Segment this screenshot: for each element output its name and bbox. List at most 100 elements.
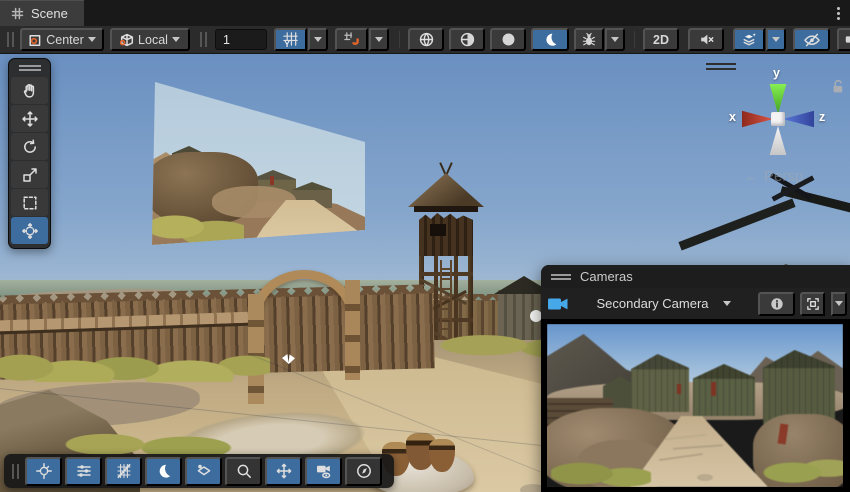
camera-more-dropdown[interactable] [831,292,847,316]
camera-icon [844,31,850,48]
overlay-drag-handle[interactable] [12,464,19,479]
roof-slope [678,198,795,250]
camera-select-dropdown[interactable]: Secondary Camera [574,296,753,311]
tower-cabin [419,212,473,256]
preview-grass [763,444,843,487]
rect-tool[interactable] [11,189,48,216]
rotation-mode-dropdown[interactable]: Local [110,28,190,51]
camera-info-button[interactable] [758,292,795,316]
pivot-mode-dropdown[interactable]: Center [20,28,104,51]
cameras-panel: Cameras Secondary Camera [541,265,850,492]
projection-mode-label[interactable]: ← Persp [744,168,803,185]
roof-shadow [414,206,478,212]
svg-text:Y: Y [284,40,290,48]
focus-frame-icon [805,296,821,312]
grid-snap-dropdown[interactable] [369,28,389,51]
speaker-muted-icon [698,31,715,48]
half-sphere-icon [459,31,476,48]
tower-roof [408,173,484,207]
transform-tool[interactable] [11,217,48,244]
grass-patch [60,424,240,458]
tools-overlay [8,58,51,249]
search-icon [235,462,253,480]
prism-visibility-icon [195,462,213,480]
grid-axis-dropdown[interactable] [308,28,328,51]
crescent-moon-icon [542,31,559,48]
fog-toggle[interactable] [449,28,485,51]
gizmo-y-label[interactable]: y [773,66,780,80]
unlocked-padlock-icon[interactable] [831,78,846,94]
debug-dropdown[interactable] [605,28,625,51]
move-tool[interactable] [11,105,48,132]
kebab-dots [837,12,840,15]
cameras-panel-header[interactable]: Cameras [541,265,850,288]
chevron-down-icon [835,301,843,306]
kebab-menu-icon[interactable] [831,5,845,21]
scene-visibility-overlay-button[interactable] [185,457,222,486]
audio-mute-button[interactable] [688,28,724,51]
scene-lighting-toggle[interactable] [531,28,569,51]
camera-view-icon [315,462,333,480]
overlay-drag-handle[interactable] [551,274,571,280]
toolbar-drag-handle[interactable] [7,32,14,47]
tab-bar: Scene [0,0,850,26]
pivot-mode-label: Center [46,33,84,47]
grid-visibility-button[interactable] [105,457,142,486]
gizmo-center-cube[interactable] [771,112,785,126]
search-overlay-button[interactable] [225,457,262,486]
toolbar-drag-handle[interactable] [200,32,207,47]
grid-snap-icon [343,31,360,48]
view-hand-tool[interactable] [11,77,48,104]
tower-window [430,224,446,236]
tab-scene[interactable]: Scene [0,0,84,26]
local-cube-icon [120,33,134,47]
camera-settings-button[interactable] [837,28,850,51]
overlay-drag-handle[interactable] [706,63,736,70]
effects-dropdown[interactable] [766,28,786,51]
grid-snap-button[interactable] [335,28,368,51]
flare-toggle[interactable] [490,28,526,51]
chevron-down-icon [375,37,383,42]
wire-sphere-icon [418,31,435,48]
chevron-down-icon [723,301,731,306]
scale-tool[interactable] [11,161,48,188]
camera-preview [547,324,843,487]
tab-label: Scene [31,6,68,21]
transform-overlay-button[interactable] [25,457,62,486]
camera-fullscreen-button[interactable] [800,292,825,316]
debug-toggle[interactable] [574,28,604,51]
mode-2d-button[interactable]: 2D [643,28,679,51]
tool-settings-icon [75,462,93,480]
effects-button[interactable] [733,28,765,51]
compass-icon [355,462,373,480]
gizmo-x-label[interactable]: x [729,110,736,124]
gate-post-right [345,280,360,380]
toolbar-separator [634,31,635,48]
lighting-toggle-button[interactable] [145,457,182,486]
toolbar-separator [399,31,400,48]
overlay-toolbar [4,454,394,488]
preview-banner [677,384,681,394]
rect-dashed-icon [21,194,39,212]
move-overlay-button[interactable] [265,457,302,486]
tool-settings-button[interactable] [65,457,102,486]
skybox-toggle[interactable] [408,28,444,51]
gizmo-z-label[interactable]: z [819,110,825,124]
grid-axis-button[interactable]: Y [274,28,307,51]
preview-banner [270,176,274,185]
grid-size-input[interactable] [215,29,267,50]
chevron-down-icon [772,37,780,42]
solid-circle-icon [500,31,517,48]
eye-slash-icon [803,31,821,49]
move-arrows-icon [275,462,293,480]
grid-y-icon: Y [282,31,299,48]
overlay-drag-handle[interactable] [19,65,41,71]
navigation-overlay-button[interactable] [345,457,382,486]
grass-patch [0,334,270,382]
rotate-tool[interactable] [11,133,48,160]
mode-2d-label: 2D [653,33,669,47]
left-arrow-icon: ← [744,168,759,185]
scene-visibility-button[interactable] [793,28,830,51]
camera-overlay-button[interactable] [305,457,342,486]
hand-icon [21,82,39,100]
